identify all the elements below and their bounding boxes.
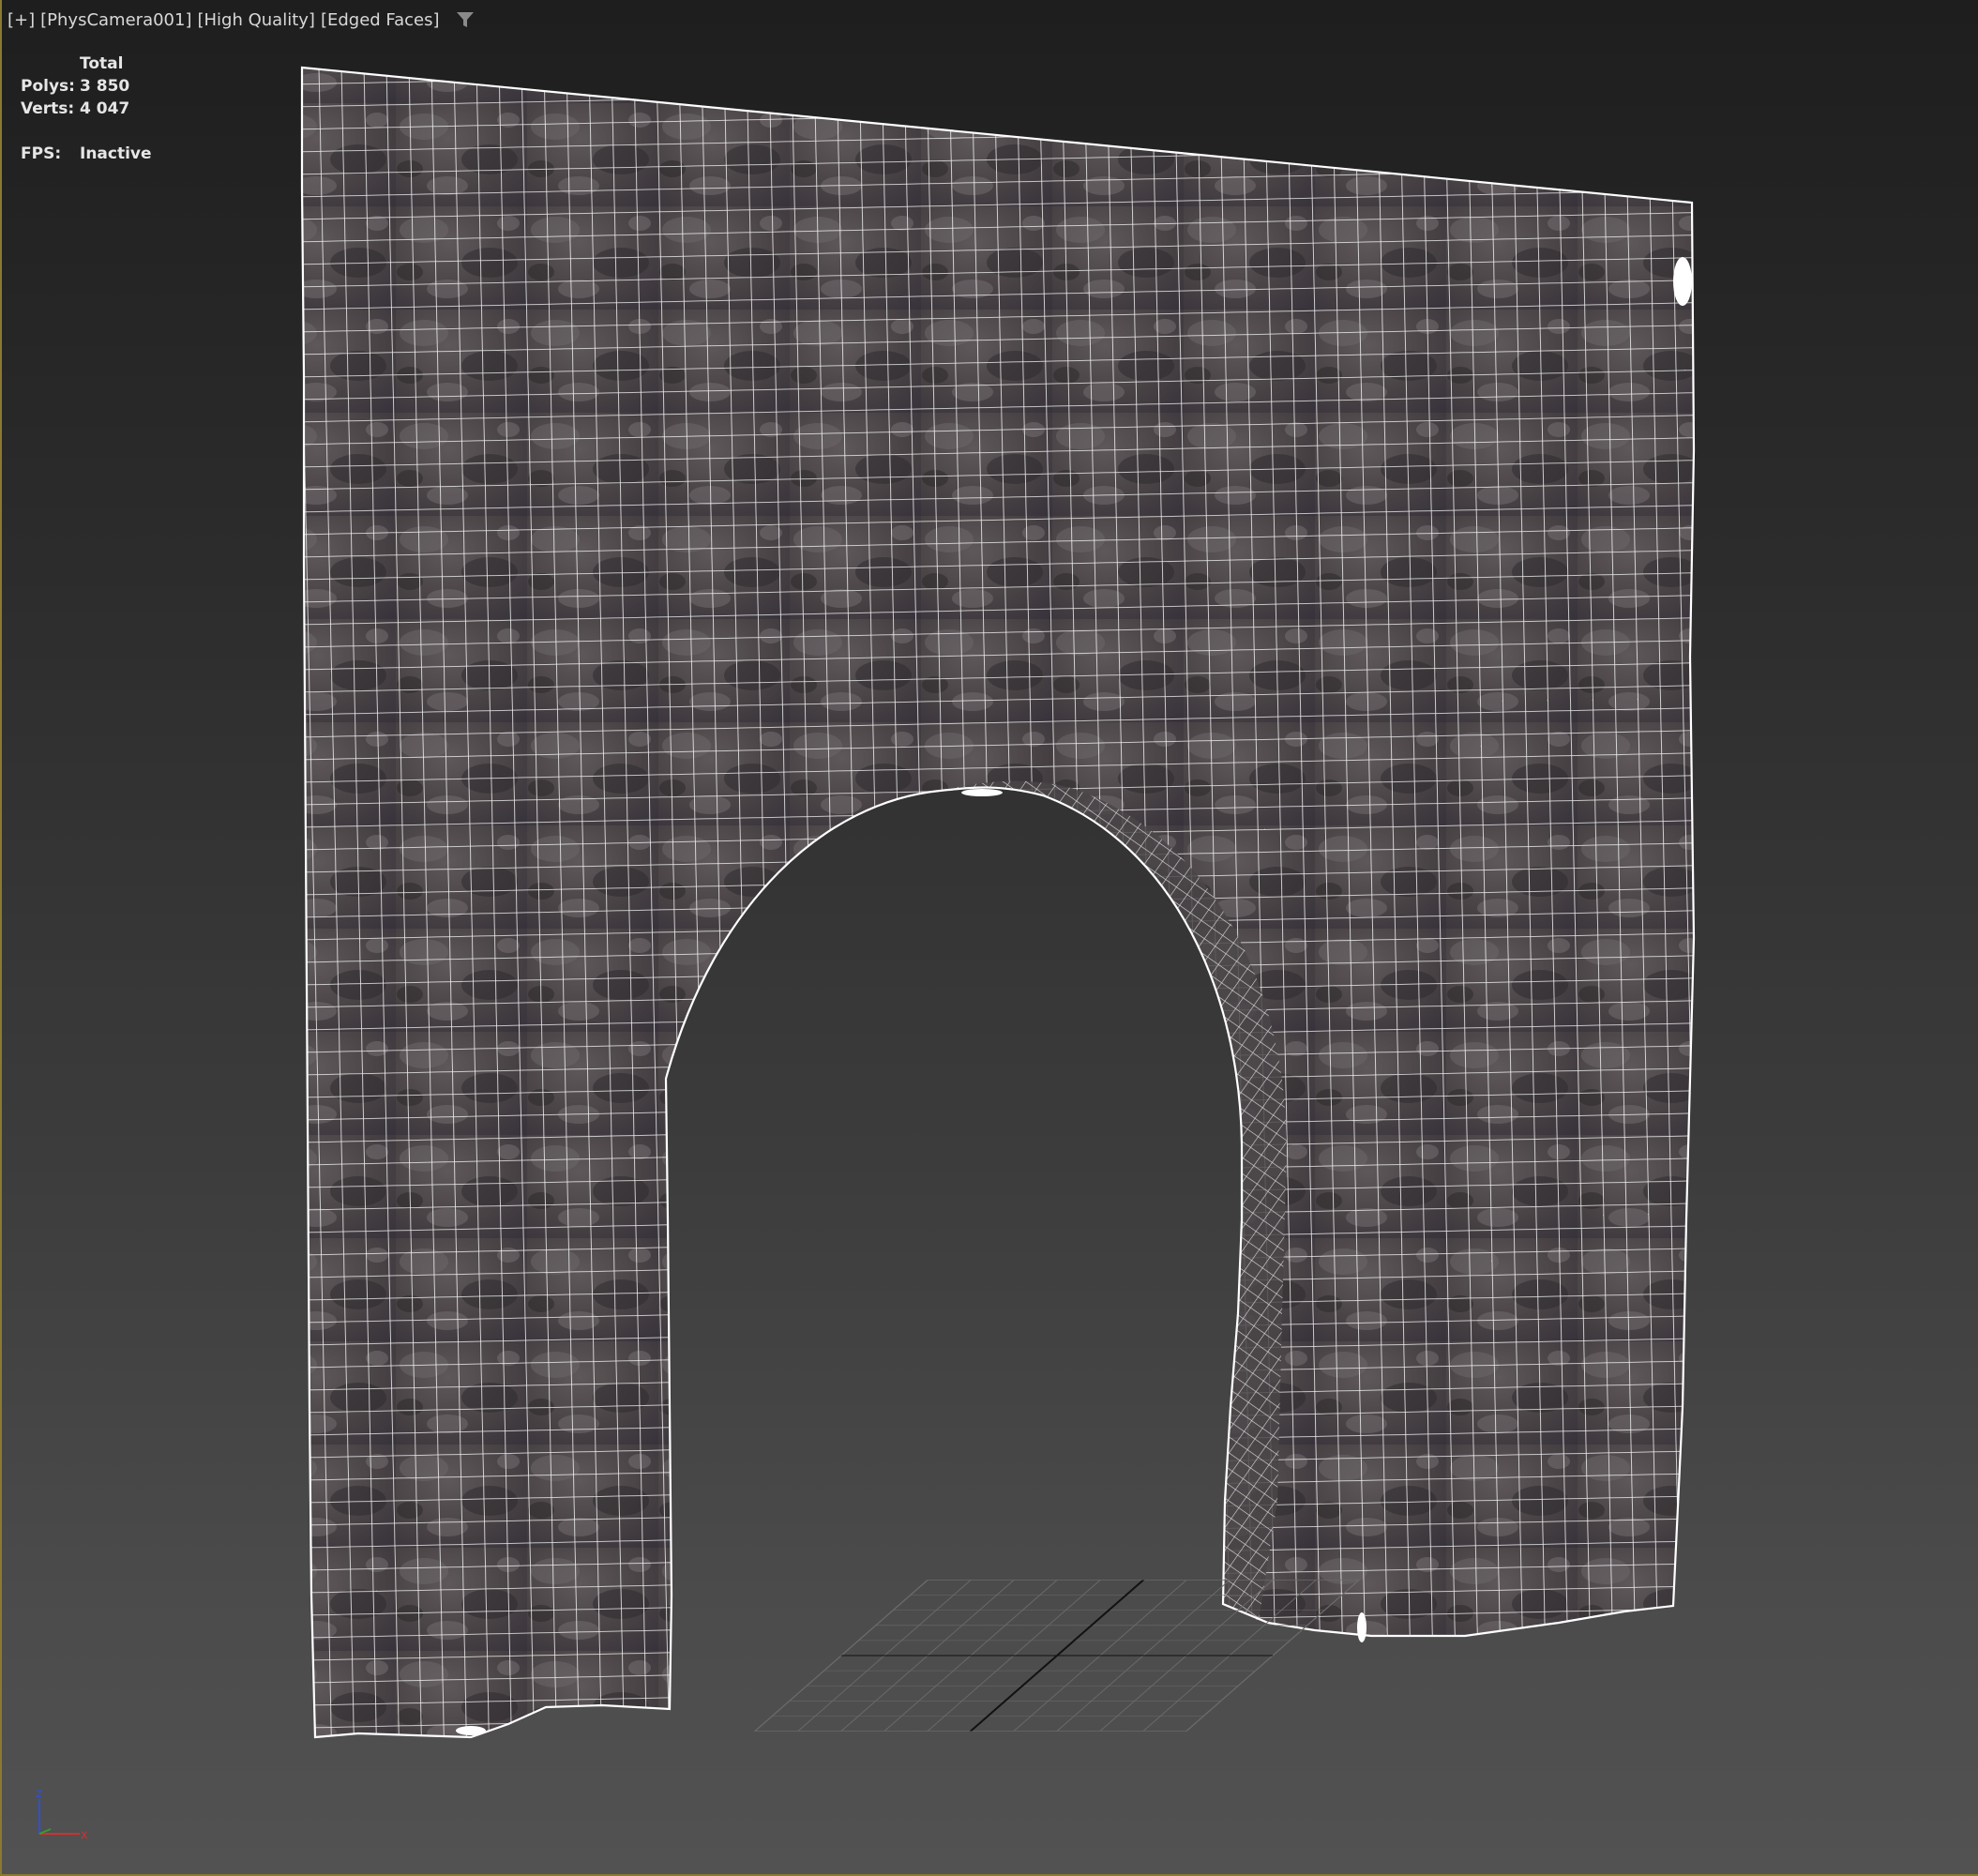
arch-wall-mesh[interactable] (264, 38, 1728, 1763)
viewport-display-mode-menu[interactable]: [Edged Faces] (321, 10, 440, 30)
mesh-highlight (961, 789, 1003, 796)
polys-value: 3 850 (80, 77, 130, 96)
scene-canvas[interactable] (2, 0, 1978, 1876)
axis-x-label: x (81, 1828, 88, 1842)
axis-z-label: z (36, 1787, 42, 1801)
viewport-general-menu[interactable]: [+] (8, 10, 35, 30)
stats-fps-row: FPS: Inactive (21, 143, 152, 165)
fps-value: Inactive (80, 144, 152, 163)
fps-label: FPS: (21, 144, 62, 163)
filter-funnel-icon[interactable] (455, 9, 476, 30)
stats-column-header: Total (80, 54, 124, 73)
viewport-quality-menu[interactable]: [High Quality] (197, 10, 314, 30)
polys-label: Polys: (21, 77, 75, 96)
mesh-highlight (456, 1726, 486, 1735)
axis-tripod-icon: z x (36, 1787, 88, 1842)
viewport-label-menu: [+] [PhysCamera001] [High Quality] [Edge… (8, 6, 476, 34)
viewport[interactable]: [+] [PhysCamera001] [High Quality] [Edge… (0, 0, 1978, 1876)
viewport-camera-menu[interactable]: [PhysCamera001] (40, 10, 191, 30)
arch-wall-wireframe (302, 68, 1694, 1737)
verts-value: 4 047 (80, 99, 130, 118)
stats-verts-row: Verts: 4 047 (21, 98, 152, 120)
viewport-statistics: Total Polys: 3 850 Verts: 4 047 FPS: Ina… (21, 53, 152, 165)
stats-polys-row: Polys: 3 850 (21, 75, 152, 98)
verts-label: Verts: (21, 99, 75, 118)
stats-header-row: Total (21, 53, 152, 75)
mesh-highlight (1357, 1612, 1366, 1642)
mesh-highlight (1673, 257, 1692, 306)
